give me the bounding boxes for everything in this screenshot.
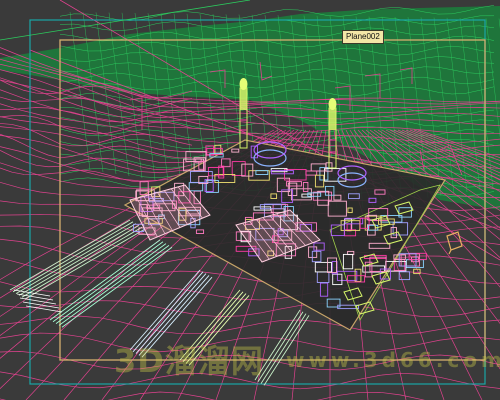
object-name-tooltip: Plane002 xyxy=(342,30,384,44)
watermark-url: www.3d66.com xyxy=(286,348,500,372)
watermark-logo: 3D溜溜网 xyxy=(114,342,264,380)
viewport-perspective[interactable]: Plane002 3D溜溜网 www.3d66.com xyxy=(0,0,500,400)
